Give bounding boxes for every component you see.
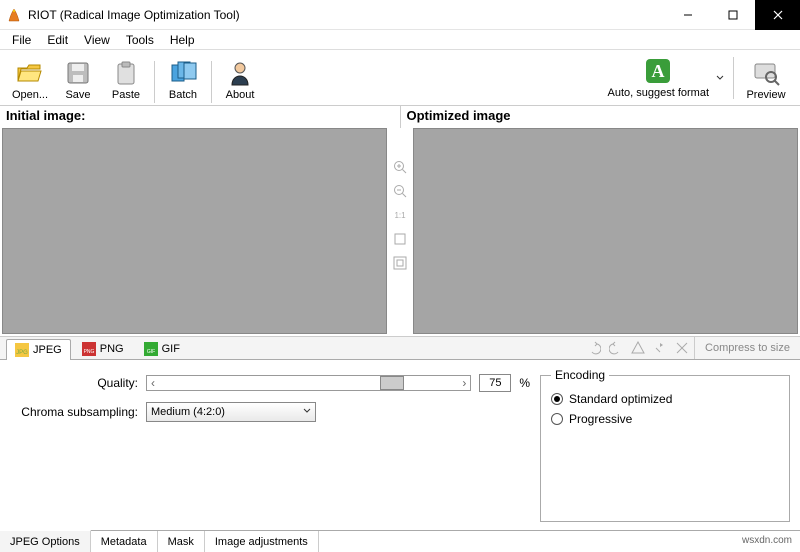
window-title: RIOT (Radical Image Optimization Tool) [28, 8, 665, 22]
maximize-button[interactable] [710, 0, 755, 30]
tab-metadata[interactable]: Metadata [91, 531, 158, 552]
menu-help[interactable]: Help [162, 31, 203, 49]
toolbar: Open... Save Paste Batch About A Auto, s… [0, 50, 800, 106]
menu-view[interactable]: View [76, 31, 118, 49]
zoom-in-icon[interactable] [391, 158, 409, 176]
zoom-tools: 1:1 [389, 128, 411, 336]
paste-button[interactable]: Paste [102, 53, 150, 103]
format-tab-row: JPG JPEG PNG PNG GIF GIF Compress to siz… [0, 336, 800, 360]
format-tool-icons [582, 337, 694, 359]
preview-button[interactable]: Preview [738, 53, 794, 103]
chroma-label: Chroma subsampling: [8, 405, 138, 419]
slider-thumb[interactable] [380, 376, 404, 390]
app-icon [6, 7, 22, 23]
warning-icon[interactable] [630, 340, 646, 356]
encoding-progressive-radio[interactable]: Progressive [551, 412, 779, 426]
chroma-subsampling-select[interactable]: Medium (4:2:0) [146, 402, 316, 422]
slider-left-arrow-icon[interactable]: ‹ [151, 376, 155, 390]
person-icon [226, 59, 254, 87]
title-bar: RIOT (Radical Image Optimization Tool) [0, 0, 800, 30]
quality-slider[interactable]: ‹ › [146, 375, 471, 391]
settings-panel: Quality: ‹ › 75 % Chroma subsampling: Me… [0, 360, 800, 530]
quality-unit: % [519, 376, 530, 390]
auto-icon: A [644, 57, 672, 85]
png-icon: PNG [82, 342, 96, 356]
compress-to-size-button[interactable]: Compress to size [694, 337, 800, 359]
svg-text:JPG: JPG [16, 350, 28, 356]
radio-unselected-icon [551, 413, 563, 425]
initial-image-panel[interactable] [2, 128, 387, 334]
batch-icon [169, 59, 197, 87]
fit-window-icon[interactable] [391, 230, 409, 248]
svg-text:PNG: PNG [83, 349, 94, 355]
magnifier-icon [752, 59, 780, 87]
about-button[interactable]: About [216, 53, 264, 103]
zoom-actual-button[interactable]: 1:1 [391, 206, 409, 224]
batch-button[interactable]: Batch [159, 53, 207, 103]
gif-icon: GIF [144, 342, 158, 356]
folder-open-icon [16, 59, 44, 87]
tab-image-adjustments[interactable]: Image adjustments [205, 531, 319, 552]
radio-selected-icon [551, 393, 563, 405]
open-button[interactable]: Open... [6, 53, 54, 103]
image-panels: Initial image: Optimized image 1:1 [0, 106, 800, 336]
menu-tools[interactable]: Tools [118, 31, 162, 49]
tab-jpeg[interactable]: JPG JPEG [6, 339, 71, 360]
tab-png[interactable]: PNG PNG [73, 338, 133, 359]
encoding-standard-radio[interactable]: Standard optimized [551, 392, 779, 406]
quality-label: Quality: [8, 376, 138, 390]
jpeg-icon: JPG [15, 343, 29, 357]
clipboard-icon [112, 59, 140, 87]
optimized-image-header: Optimized image [401, 106, 800, 128]
menu-bar: File Edit View Tools Help [0, 30, 800, 50]
minimize-button[interactable] [665, 0, 710, 30]
chevron-down-icon [303, 406, 311, 418]
menu-edit[interactable]: Edit [39, 31, 76, 49]
tab-mask[interactable]: Mask [158, 531, 205, 552]
tab-jpeg-options[interactable]: JPEG Options [0, 530, 91, 552]
rotate-right-icon[interactable] [674, 340, 690, 356]
close-button[interactable] [755, 0, 800, 30]
initial-image-header: Initial image: [0, 106, 401, 128]
slider-right-arrow-icon[interactable]: › [462, 376, 466, 390]
zoom-out-icon[interactable] [391, 182, 409, 200]
fullscreen-icon[interactable] [391, 254, 409, 272]
optimized-image-panel[interactable] [413, 128, 798, 334]
svg-text:GIF: GIF [146, 349, 154, 355]
bottom-tabs: JPEG Options Metadata Mask Image adjustm… [0, 530, 800, 552]
floppy-icon [64, 59, 92, 87]
chevron-down-icon[interactable] [713, 74, 727, 82]
save-button[interactable]: Save [54, 53, 102, 103]
auto-format-button[interactable]: A Auto, suggest format [589, 53, 729, 103]
encoding-group: Encoding Standard optimized Progressive [540, 368, 790, 522]
quality-value-input[interactable]: 75 [479, 374, 511, 392]
redo-icon[interactable] [608, 340, 624, 356]
menu-file[interactable]: File [4, 31, 39, 49]
rotate-left-icon[interactable] [652, 340, 668, 356]
tab-gif[interactable]: GIF GIF [135, 338, 189, 359]
svg-text:A: A [652, 61, 665, 81]
undo-icon[interactable] [586, 340, 602, 356]
encoding-legend: Encoding [551, 368, 609, 382]
